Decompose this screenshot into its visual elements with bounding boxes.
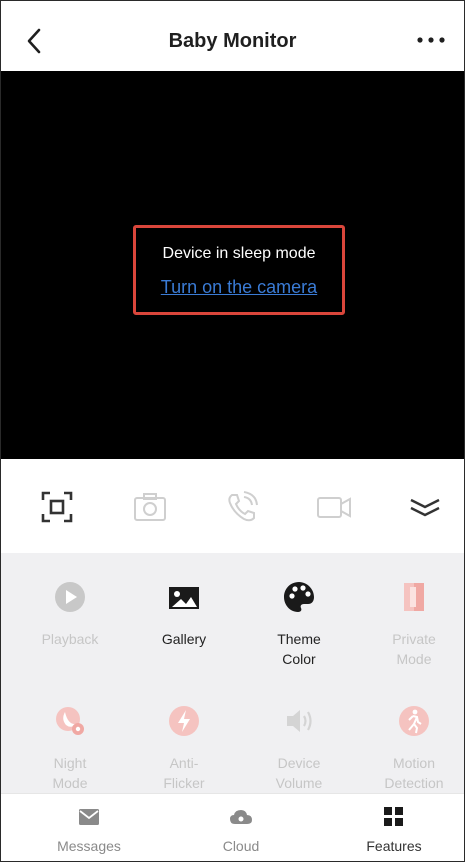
feature-private-mode[interactable]: Private Mode	[359, 579, 464, 669]
feature-motion-detection[interactable]: Motion Detection	[359, 703, 464, 793]
app-screen: Baby Monitor Device in sleep mode Turn o…	[0, 0, 465, 862]
feature-anti-flicker[interactable]: Anti- Flicker	[129, 703, 239, 793]
collapse-toolbar-button[interactable]	[405, 487, 445, 527]
private-mode-icon	[404, 583, 424, 611]
snapshot-button[interactable]	[130, 487, 170, 527]
feature-label: Gallery	[161, 631, 207, 647]
feature-gallery[interactable]: Gallery	[129, 579, 239, 649]
features-icon	[384, 807, 403, 826]
tab-cloud[interactable]: Cloud	[191, 806, 291, 854]
feature-label: Device Volume	[275, 755, 323, 791]
feature-label: Private Mode	[392, 631, 436, 667]
feature-label: Playback	[41, 631, 99, 647]
playback-icon	[55, 582, 85, 612]
feature-night-mode[interactable]: Night Mode	[15, 703, 125, 793]
video-view: Device in sleep mode Turn on the camera	[1, 71, 464, 459]
more-dots-icon	[417, 37, 445, 43]
motion-detection-icon	[399, 706, 429, 736]
tab-features[interactable]: Features	[344, 806, 444, 854]
tab-label: Cloud	[222, 838, 260, 854]
palette-icon	[284, 582, 314, 612]
tab-label: Messages	[57, 838, 121, 854]
tab-messages[interactable]: Messages	[39, 806, 139, 854]
turn-on-camera-link[interactable]: Turn on the camera	[161, 277, 317, 298]
sleep-mode-notice: Device in sleep mode Turn on the camera	[133, 225, 345, 315]
top-bar: Baby Monitor	[1, 1, 464, 71]
feature-theme-color[interactable]: Theme Color	[244, 579, 354, 669]
night-mode-icon	[56, 707, 84, 735]
more-options-button[interactable]	[415, 33, 447, 45]
features-panel: Playback Gallery Theme Color Private Mod…	[1, 553, 464, 793]
volume-icon	[287, 710, 312, 732]
feature-label: Night Mode	[52, 755, 88, 791]
bottom-navigation: Messages Cloud Features	[1, 793, 464, 861]
fullscreen-icon	[41, 491, 73, 523]
talk-icon	[228, 491, 258, 522]
page-title: Baby Monitor	[168, 30, 297, 52]
feature-label: Theme Color	[277, 631, 321, 667]
messages-icon	[79, 809, 99, 825]
collapse-icon	[410, 498, 440, 517]
tab-label: Features	[366, 838, 422, 854]
feature-label: Anti- Flicker	[163, 755, 205, 791]
feature-label: Motion Detection	[384, 755, 444, 791]
anti-flicker-icon	[169, 706, 199, 736]
feature-device-volume[interactable]: Device Volume	[244, 703, 354, 793]
feature-playback[interactable]: Playback	[15, 579, 125, 649]
fullscreen-button[interactable]	[37, 487, 77, 527]
cloud-icon	[230, 810, 252, 824]
record-icon	[317, 497, 351, 518]
talk-button[interactable]	[222, 487, 262, 527]
record-button[interactable]	[314, 487, 354, 527]
sleep-status-text: Device in sleep mode	[162, 245, 316, 262]
gallery-icon	[169, 587, 199, 609]
camera-toolbar	[1, 459, 464, 553]
snapshot-icon	[134, 493, 166, 521]
